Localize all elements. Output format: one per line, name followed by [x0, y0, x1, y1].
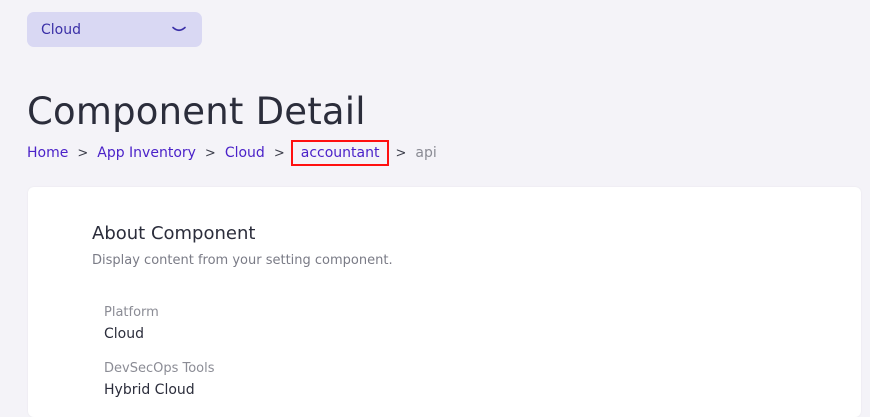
platform-select[interactable]: Cloud	[27, 12, 202, 47]
breadcrumb-app-inventory[interactable]: App Inventory	[97, 145, 196, 161]
field-value: Cloud	[104, 326, 144, 342]
field-label: Platform	[104, 305, 159, 320]
page-title: Component Detail	[27, 90, 366, 133]
breadcrumb-current-api: api	[415, 145, 437, 161]
chevron-down-icon	[172, 25, 186, 35]
breadcrumb-separator: >	[395, 145, 407, 161]
breadcrumb-cloud[interactable]: Cloud	[225, 145, 265, 161]
breadcrumb-home[interactable]: Home	[27, 145, 68, 161]
breadcrumb-separator: >	[273, 145, 285, 161]
breadcrumb-accountant[interactable]: accountant	[290, 140, 390, 166]
breadcrumb: Home > App Inventory > Cloud > accountan…	[27, 140, 437, 166]
card-title: About Component	[92, 223, 256, 244]
about-component-card: About Component Display content from you…	[28, 187, 861, 417]
field-label: DevSecOps Tools	[104, 361, 215, 376]
card-description: Display content from your setting compon…	[92, 253, 393, 268]
platform-select-value: Cloud	[41, 21, 81, 38]
breadcrumb-separator: >	[204, 145, 216, 161]
field-platform: Platform Cloud	[104, 304, 159, 344]
breadcrumb-separator: >	[77, 145, 89, 161]
field-devsecops-tools: DevSecOps Tools Hybrid Cloud	[104, 360, 215, 400]
field-value: Hybrid Cloud	[104, 382, 195, 398]
